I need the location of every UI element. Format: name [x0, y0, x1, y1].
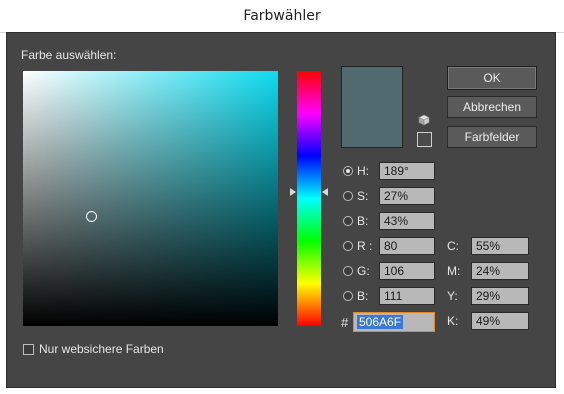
hue-row: H: 189° [343, 162, 435, 180]
magenta-input[interactable]: 24% [471, 262, 529, 280]
blue-input[interactable]: 111 [379, 287, 435, 305]
red-label: R : [357, 239, 373, 253]
websafe-checkbox[interactable] [23, 343, 34, 355]
color-field-marker[interactable] [86, 211, 97, 222]
blue-label: B: [357, 289, 369, 303]
hue-radio[interactable] [343, 166, 353, 176]
red-row: R : 80 [343, 237, 435, 255]
swatches-button[interactable]: Farbfelder [447, 126, 537, 148]
green-row: G: 106 [343, 262, 435, 280]
hex-input[interactable]: 506A6F [353, 312, 435, 332]
saturation-row: S: 27% [343, 187, 435, 205]
blue-row: B: 111 [343, 287, 435, 305]
saturation-input[interactable]: 27% [379, 187, 435, 205]
websafe-color-swatch[interactable] [417, 132, 432, 147]
color-picker-dialog: Farbe auswählen: OK Abbrechen Farbfelder… [6, 32, 556, 388]
saturation-label: S: [357, 189, 369, 203]
brightness-radio[interactable] [343, 216, 353, 226]
websafe-label: Nur websichere Farben [39, 342, 164, 356]
hue-label: H: [357, 164, 369, 178]
green-label: G: [357, 264, 370, 278]
blue-radio[interactable] [343, 291, 353, 301]
black-label: K: [447, 314, 459, 328]
yellow-input[interactable]: 29% [471, 287, 529, 305]
magenta-label: M: [447, 264, 461, 278]
choose-color-label: Farbe auswählen: [21, 48, 117, 62]
yellow-row: Y: 29% [447, 287, 529, 305]
cyan-row: C: 55% [447, 237, 529, 255]
brightness-row: B: 43% [343, 212, 435, 230]
magenta-row: M: 24% [447, 262, 529, 280]
red-radio[interactable] [343, 241, 353, 251]
saturation-radio[interactable] [343, 191, 353, 201]
hue-slider-right-arrow[interactable] [322, 188, 328, 196]
green-input[interactable]: 106 [379, 262, 435, 280]
window-title: Farbwähler [0, 0, 564, 33]
black-row: K: 49% [447, 312, 529, 330]
saturation-brightness-field[interactable] [23, 71, 278, 326]
hex-value: 506A6F [357, 315, 404, 329]
hue-slider-left-arrow[interactable] [290, 188, 296, 196]
color-preview-swatch [341, 66, 403, 148]
websafe-option[interactable]: Nur websichere Farben [23, 342, 164, 356]
cyan-input[interactable]: 55% [471, 237, 529, 255]
brightness-label: B: [357, 214, 369, 228]
green-radio[interactable] [343, 266, 353, 276]
brightness-input[interactable]: 43% [379, 212, 435, 230]
hue-slider[interactable] [297, 71, 321, 326]
hue-input[interactable]: 189° [379, 162, 435, 180]
cyan-label: C: [447, 239, 459, 253]
cube-icon[interactable] [418, 114, 430, 126]
black-input[interactable]: 49% [471, 312, 529, 330]
hex-label: # [341, 314, 349, 330]
hex-row: # 506A6F [341, 312, 435, 332]
cancel-button[interactable]: Abbrechen [447, 96, 537, 118]
ok-button[interactable]: OK [447, 66, 537, 90]
yellow-label: Y: [447, 289, 458, 303]
red-input[interactable]: 80 [379, 237, 435, 255]
